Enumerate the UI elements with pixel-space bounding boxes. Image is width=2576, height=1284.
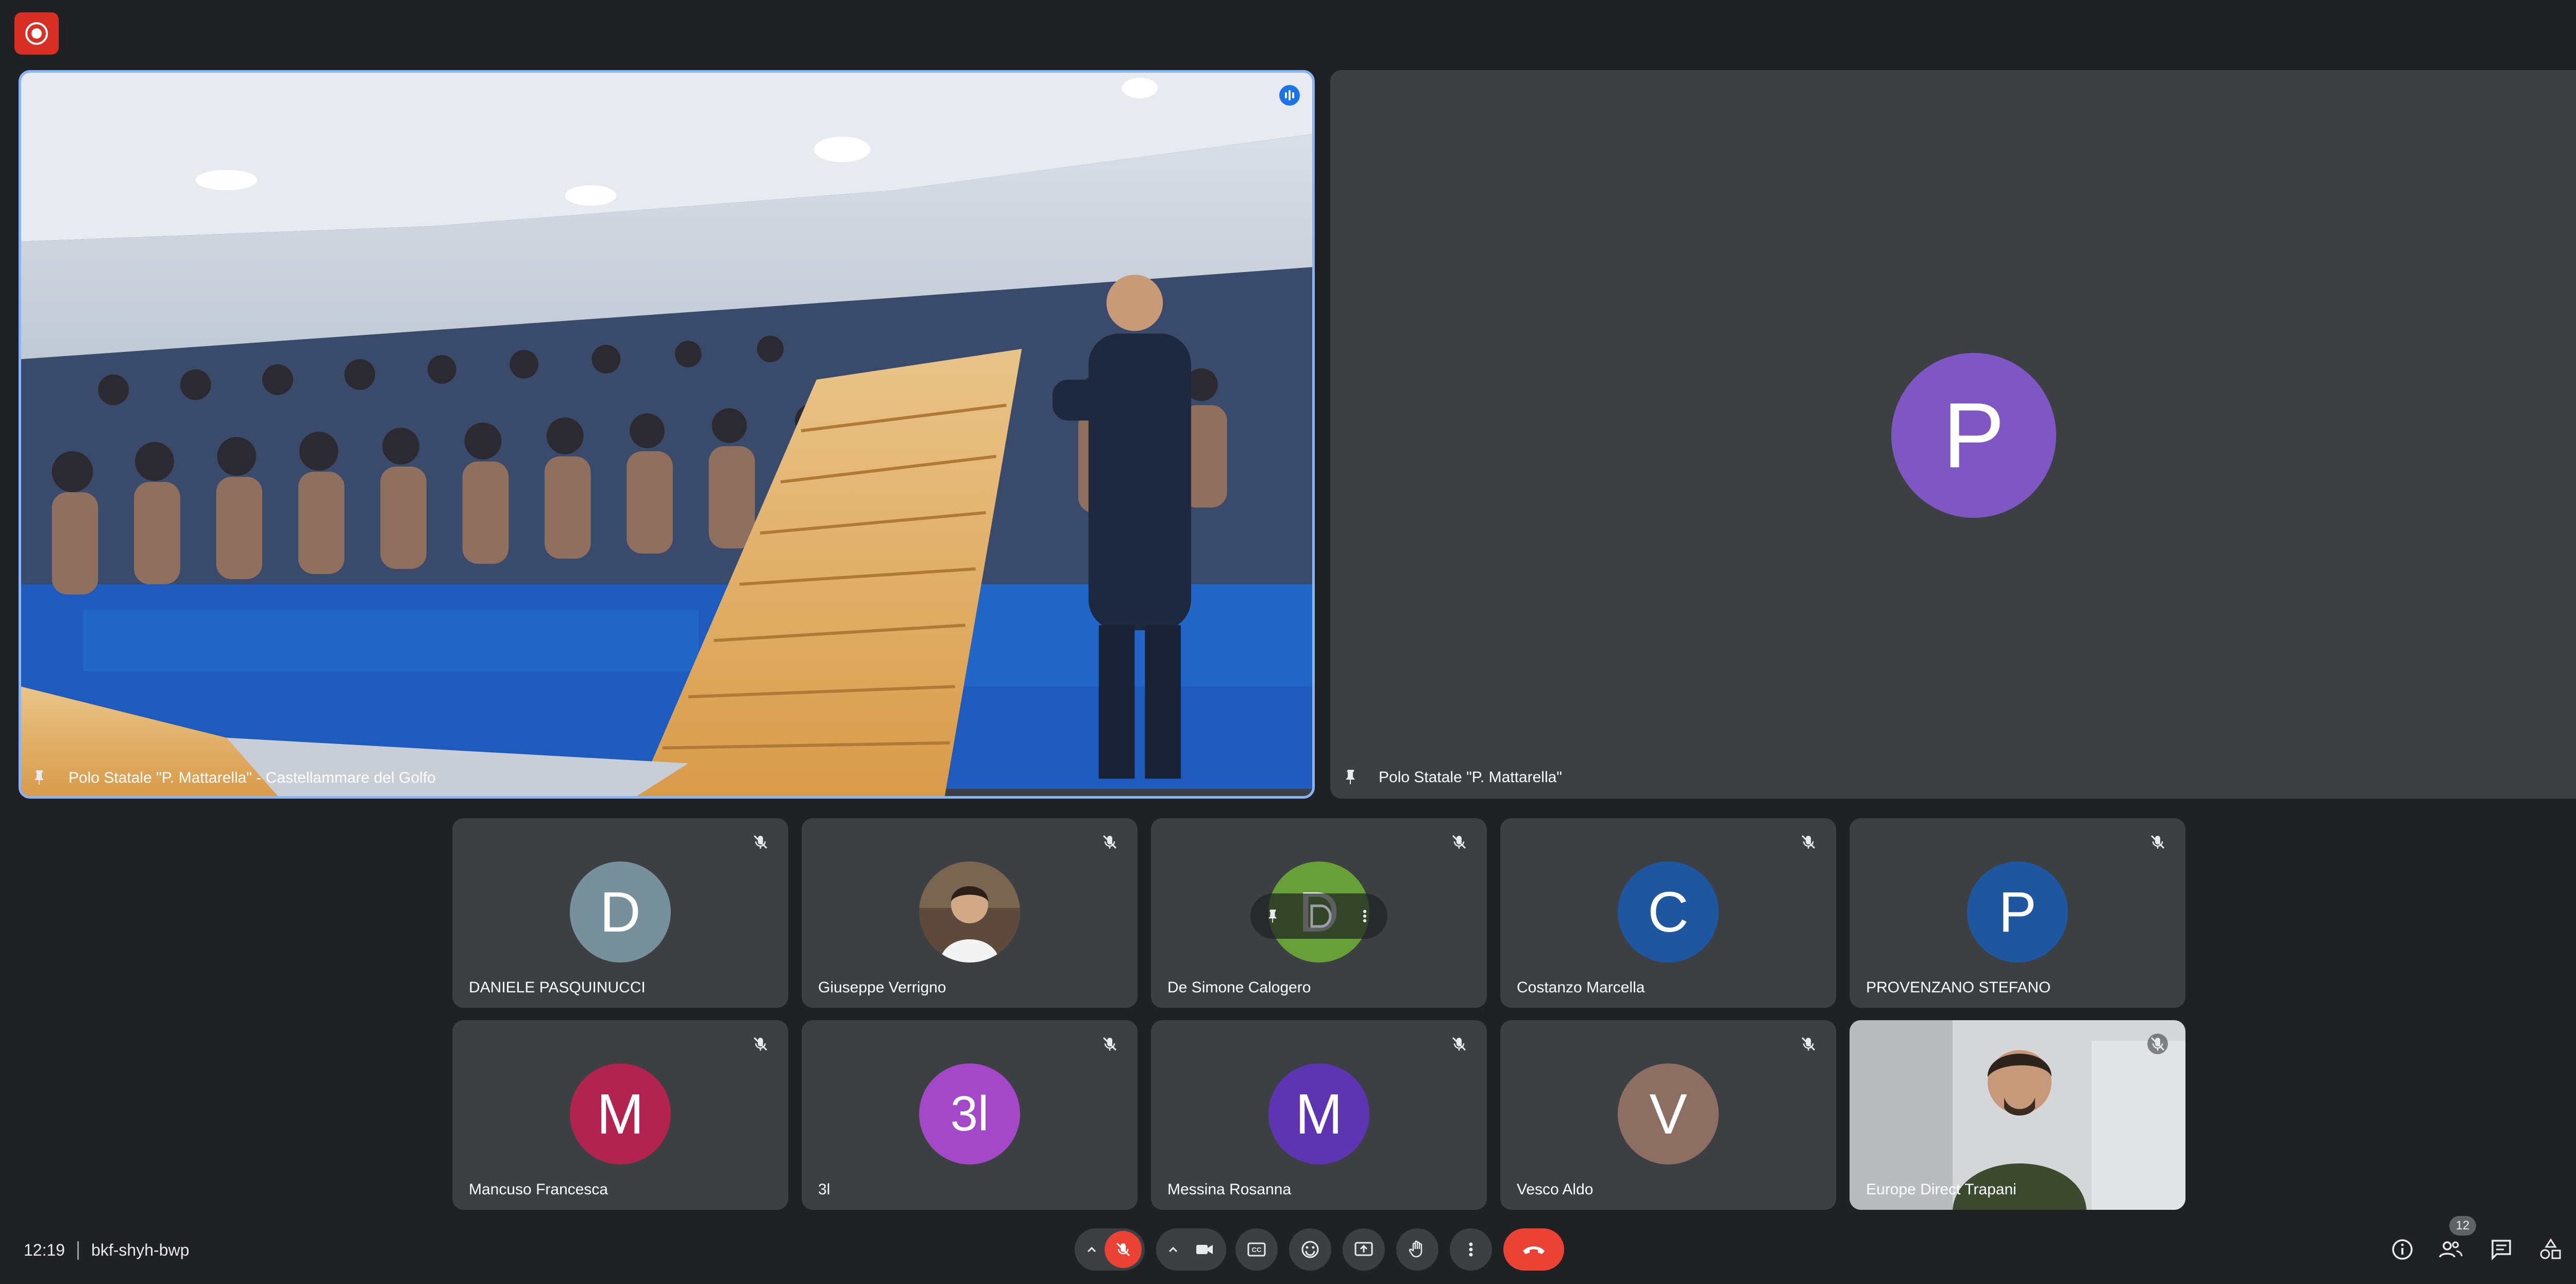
pin-icon[interactable] [1341,767,1361,787]
more-options-button[interactable] [1450,1228,1492,1271]
participant-name: 3l [818,1181,831,1198]
participant-tile[interactable]: V Vesco Aldo [1500,1020,1836,1210]
mic-off-icon [1452,835,1466,849]
camera-icon [1196,1245,1213,1254]
end-call-button[interactable] [1503,1228,1564,1271]
avatar [919,861,1020,962]
people-icon[interactable] [2438,1237,2464,1262]
divider [77,1241,79,1260]
avatar: P [1967,861,2068,962]
camera-toggle-button[interactable] [1186,1231,1223,1268]
mic-off-icon [1103,835,1117,849]
participant-tile[interactable]: P PROVENZANO STEFANO [1850,818,2185,1008]
captions-button[interactable]: CC [1235,1228,1278,1271]
mic-off-icon [1452,1037,1466,1051]
avatar: C [1618,861,1719,962]
mic-off-icon [1116,1242,1130,1257]
avatar: D [570,861,671,962]
activities-icon[interactable] [2538,1237,2564,1262]
raise-hand-button[interactable] [1396,1228,1438,1271]
camera-control-group[interactable] [1156,1228,1226,1271]
participant-name: Europe Direct Trapani [1866,1181,2016,1198]
avatar: P [1891,353,2056,518]
meeting-code: bkf-shyh-bwp [91,1241,190,1259]
lecture-hall-video [21,73,1312,796]
mic-off-icon [753,1037,768,1051]
participant-tile[interactable]: D DANIELE PASQUINUCCI [452,818,788,1008]
avatar: M [570,1063,671,1164]
emoji-icon [1301,1241,1319,1258]
info-icon[interactable] [2389,1237,2415,1262]
mic-off-icon [1801,1037,1816,1051]
main-tile-avatar[interactable]: P Polo Statale "P. Mattarella" [1330,70,2576,799]
captions-icon: CC [1247,1242,1266,1257]
main-tile-name: Polo Statale "P. Mattarella" - Castellam… [69,769,436,786]
clock-time: 12:19 [24,1241,65,1259]
chat-icon[interactable] [2488,1237,2514,1262]
recording-indicator[interactable] [14,12,59,55]
participant-name: Messina Rosanna [1167,1181,1292,1198]
participant-tile[interactable]: DDe Simone Calogero [1151,818,1487,1008]
participant-name: Vesco Aldo [1517,1181,1594,1198]
avatar: V [1618,1063,1719,1164]
frame-tile-icon[interactable] [1304,902,1333,931]
participant-name: Costanzo Marcella [1517,979,1645,996]
pin-icon[interactable] [1264,907,1282,925]
participant-tile[interactable]: M Mancuso Francesca [452,1020,788,1210]
main-tile-video[interactable]: Polo Statale "P. Mattarella" - Castellam… [19,70,1315,799]
more-vert-icon [1469,1242,1473,1257]
raise-hand-icon [1409,1240,1422,1258]
present-button[interactable] [1343,1228,1385,1271]
mic-off-icon [753,835,768,849]
participant-tile[interactable]: C Costanzo Marcella [1500,818,1836,1008]
participant-name: DANIELE PASQUINUCCI [469,979,646,996]
avatar: M [1268,1063,1369,1164]
participant-name: Giuseppe Verrigno [818,979,946,996]
mic-off-icon [1103,1037,1117,1051]
svg-text:CC: CC [1252,1246,1262,1254]
mic-toggle-button[interactable] [1105,1231,1142,1268]
participant-name: PROVENZANO STEFANO [1866,979,2051,996]
emoji-button[interactable] [1289,1228,1331,1271]
record-icon [25,22,48,45]
present-icon [1354,1242,1373,1256]
participant-tile[interactable]: Europe Direct Trapani [1850,1020,2185,1210]
mic-off-icon [2150,835,2165,849]
meeting-info: 12:19 bkf-shyh-bwp [24,1241,189,1260]
participant-tile[interactable]: Giuseppe Verrigno [802,818,1138,1008]
more-vert-icon[interactable] [1355,907,1374,925]
pin-icon[interactable] [29,767,50,788]
participant-tile[interactable]: M Messina Rosanna [1151,1020,1487,1210]
chevron-up-icon[interactable] [1084,1242,1099,1257]
tile-hover-toolbar[interactable] [1250,893,1387,939]
participant-count-badge: 12 [2449,1216,2476,1236]
main-tile-name: Polo Statale "P. Mattarella" [1379,769,1562,786]
avatar: 3l [919,1063,1020,1164]
participant-name: Mancuso Francesca [469,1181,608,1198]
end-call-icon [1523,1246,1545,1254]
participant-name: De Simone Calogero [1167,979,1311,996]
mic-control-group[interactable] [1075,1228,1145,1271]
mic-off-icon [1801,835,1816,849]
participant-tile[interactable]: 3l 3l [802,1020,1138,1210]
chevron-up-icon[interactable] [1165,1242,1181,1257]
speaking-indicator-icon [1279,85,1300,106]
mic-off-icon [2147,1034,2168,1054]
avatar-photo [919,861,1020,962]
